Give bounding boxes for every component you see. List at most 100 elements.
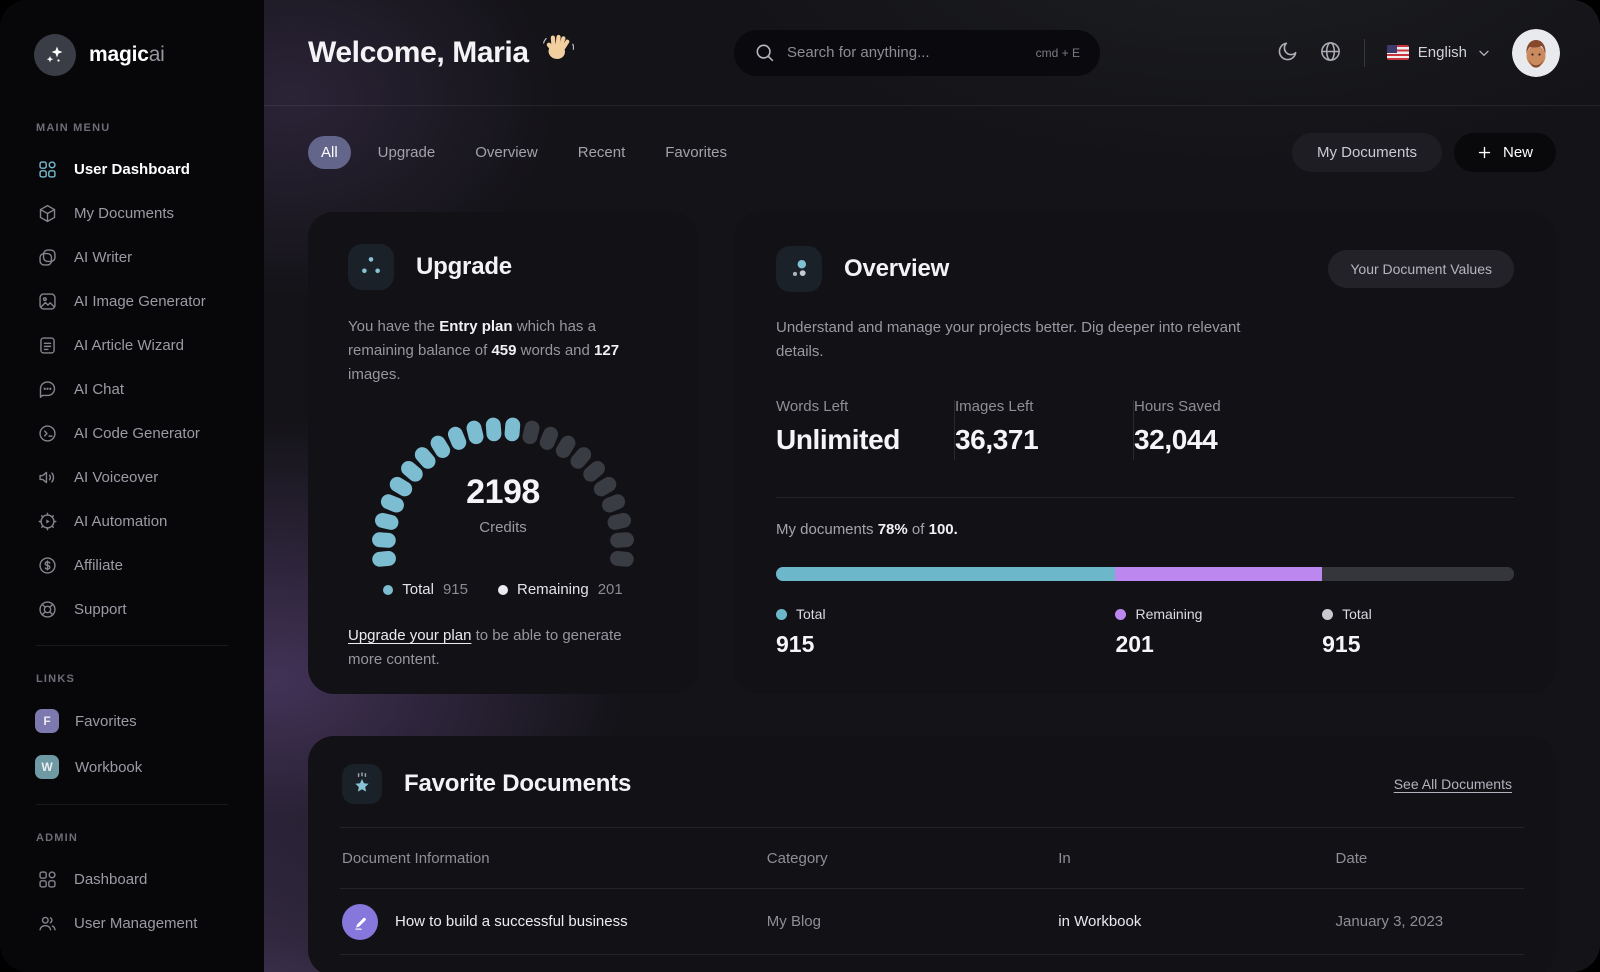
sidebar-item-ai-automation[interactable]: AI Automation bbox=[0, 499, 264, 543]
legend-value: 201 bbox=[597, 581, 623, 598]
share-dots-icon bbox=[348, 244, 394, 290]
stat-label: Words Left bbox=[776, 398, 849, 415]
sidebar-item-label: AI Automation bbox=[74, 512, 168, 530]
gauge-legend-item: Remaining 201 bbox=[497, 581, 623, 598]
stat-images-left: Images Left 36,371 bbox=[955, 398, 1133, 456]
overview-stats: Words Left Unlimited Images Left 36,371 Hour… bbox=[776, 398, 1514, 460]
brand[interactable]: magicai bbox=[0, 30, 264, 108]
legend-row: Total bbox=[776, 606, 826, 622]
sidebar-item-ai-writer[interactable]: AI Writer bbox=[0, 235, 264, 279]
speaker-icon bbox=[36, 466, 58, 488]
document-title: How to build a successful business bbox=[395, 913, 628, 930]
sidebar-item-label: Support bbox=[74, 600, 127, 618]
nav-section-label: LINKS bbox=[36, 673, 75, 685]
document-category: My Blog bbox=[766, 913, 821, 930]
legend-dot-icon bbox=[1115, 608, 1127, 620]
sidebar-item-ai-chat[interactable]: AI Chat bbox=[0, 367, 264, 411]
nav-section-label: ADMIN bbox=[36, 832, 79, 844]
tab-recent[interactable]: Recent bbox=[565, 136, 639, 169]
documents-table-head: Document Information Category In Date bbox=[340, 828, 1524, 888]
legend-dot-icon bbox=[383, 584, 394, 595]
search-input[interactable] bbox=[787, 44, 1024, 61]
legend-dot-icon bbox=[776, 608, 787, 620]
lifebuoy-icon bbox=[36, 598, 58, 620]
layers-icon bbox=[36, 246, 58, 268]
column-header-date: Date bbox=[1335, 849, 1368, 867]
see-all-documents-link[interactable]: See All Documents bbox=[1394, 776, 1512, 792]
progress-legend-item: Total 915 bbox=[1322, 606, 1372, 658]
legend-value: 915 bbox=[1322, 631, 1361, 657]
toolbar-actions: My Documents New bbox=[1291, 133, 1556, 172]
nav-section-label: MAIN MENU bbox=[36, 122, 111, 134]
main-area: Welcome, Maria Search for anything... cm… bbox=[264, 0, 1600, 972]
theme-toggle-button[interactable] bbox=[1276, 40, 1299, 66]
language-selector[interactable]: English bbox=[1386, 44, 1492, 61]
document-info-cell: How to build a successful business bbox=[342, 903, 767, 940]
overview-divider bbox=[776, 497, 1514, 498]
sidebar-item-ai-code-generator[interactable]: AI Code Generator bbox=[0, 411, 264, 455]
documents-table-body: How to build a successful business My Blo… bbox=[340, 889, 1524, 955]
sidebar-item-label: User Dashboard bbox=[74, 160, 190, 178]
column-header-in: In bbox=[1058, 849, 1071, 867]
user-avatar[interactable] bbox=[1512, 28, 1560, 77]
documents-progress-bar bbox=[776, 567, 1514, 581]
sidebar-item-label: AI Writer bbox=[74, 248, 133, 266]
code-icon bbox=[36, 422, 58, 444]
star-sparkle-icon bbox=[342, 764, 382, 804]
plan-description: You have the Entry plan which has a rema… bbox=[348, 318, 620, 383]
us-flag-icon bbox=[1386, 45, 1409, 60]
search-icon bbox=[754, 42, 775, 63]
my-documents-button[interactable]: My Documents bbox=[1291, 133, 1442, 172]
globe-button[interactable] bbox=[1319, 40, 1342, 66]
sidebar-item-label: AI Chat bbox=[74, 380, 125, 398]
tab-all[interactable]: All bbox=[308, 136, 351, 169]
upgrade-plan-link[interactable]: Upgrade your plan bbox=[348, 627, 471, 644]
sidebar: magicai MAIN MENU User Dashboard My Docume… bbox=[0, 0, 264, 972]
table-row[interactable]: How to build a successful business My Blo… bbox=[340, 889, 1524, 955]
sidebar-item-affiliate[interactable]: Affiliate bbox=[0, 543, 264, 587]
sidebar-nav: MAIN MENU User Dashboard My Documents AI Wr… bbox=[0, 108, 264, 945]
sparkles-logo-icon bbox=[34, 34, 76, 76]
tab-overview[interactable]: Overview bbox=[462, 136, 551, 169]
filter-tabs: All Upgrade Overview Recent Favorites bbox=[308, 136, 740, 169]
sidebar-item-label: Favorites bbox=[75, 712, 137, 730]
document-values-button[interactable]: Your Document Values bbox=[1328, 250, 1514, 288]
sidebar-item-label: My Documents bbox=[74, 204, 175, 222]
gear-play-icon bbox=[36, 510, 58, 532]
documents-progress-text: My documents 78% of 100. bbox=[776, 521, 958, 538]
badge-w-icon: W bbox=[35, 755, 59, 779]
page-title: Welcome, Maria bbox=[308, 32, 734, 73]
sidebar-item-ai-voiceover[interactable]: AI Voiceover bbox=[0, 455, 264, 499]
sidebar-item-dashboard[interactable]: Dashboard bbox=[0, 857, 264, 901]
gauge-legend: Total 915 Remaining 201 bbox=[348, 581, 658, 598]
sidebar-item-favorites[interactable]: F Favorites bbox=[0, 698, 264, 744]
sidebar-item-user-management[interactable]: User Management bbox=[0, 901, 264, 945]
column-header-category: Category bbox=[766, 849, 828, 867]
sidebar-item-my-documents[interactable]: My Documents bbox=[0, 191, 264, 235]
sidebar-item-label: Dashboard bbox=[74, 870, 148, 888]
stat-value: 36,371 bbox=[955, 424, 1039, 455]
plus-icon bbox=[1477, 145, 1492, 160]
sidebar-item-label: Workbook bbox=[75, 758, 143, 776]
tab-upgrade[interactable]: Upgrade bbox=[365, 136, 449, 169]
sidebar-item-support[interactable]: Support bbox=[0, 587, 264, 631]
legend-dot-icon bbox=[497, 584, 508, 595]
sidebar-item-user-dashboard[interactable]: User Dashboard bbox=[0, 147, 264, 191]
document-date: January 3, 2023 bbox=[1335, 913, 1444, 930]
gauge-value: 2198 bbox=[466, 473, 540, 511]
progress-bar-segment bbox=[776, 567, 1116, 581]
stat-value: 32,044 bbox=[1134, 424, 1218, 455]
sidebar-item-ai-article-wizard[interactable]: AI Article Wizard bbox=[0, 323, 264, 367]
search-bar[interactable]: cmd + E bbox=[734, 29, 1100, 76]
new-button[interactable]: New bbox=[1453, 133, 1556, 172]
progress-legend: Total 915 Remaining 201 Total 915 bbox=[776, 606, 1514, 668]
favorite-documents-card: Favorite Documents See All Documents Doc… bbox=[308, 736, 1556, 972]
legend-dot-icon bbox=[1322, 608, 1334, 620]
pen-icon bbox=[342, 903, 378, 940]
sidebar-item-ai-image-generator[interactable]: AI Image Generator bbox=[0, 279, 264, 323]
sidebar-item-workbook[interactable]: W Workbook bbox=[0, 744, 264, 790]
sidebar-item-label: AI Image Generator bbox=[74, 292, 206, 310]
dashboard-grid-icon bbox=[36, 868, 58, 890]
cards-row: Upgrade You have the Entry plan which ha… bbox=[308, 212, 1556, 694]
tab-favorites[interactable]: Favorites bbox=[652, 136, 740, 169]
